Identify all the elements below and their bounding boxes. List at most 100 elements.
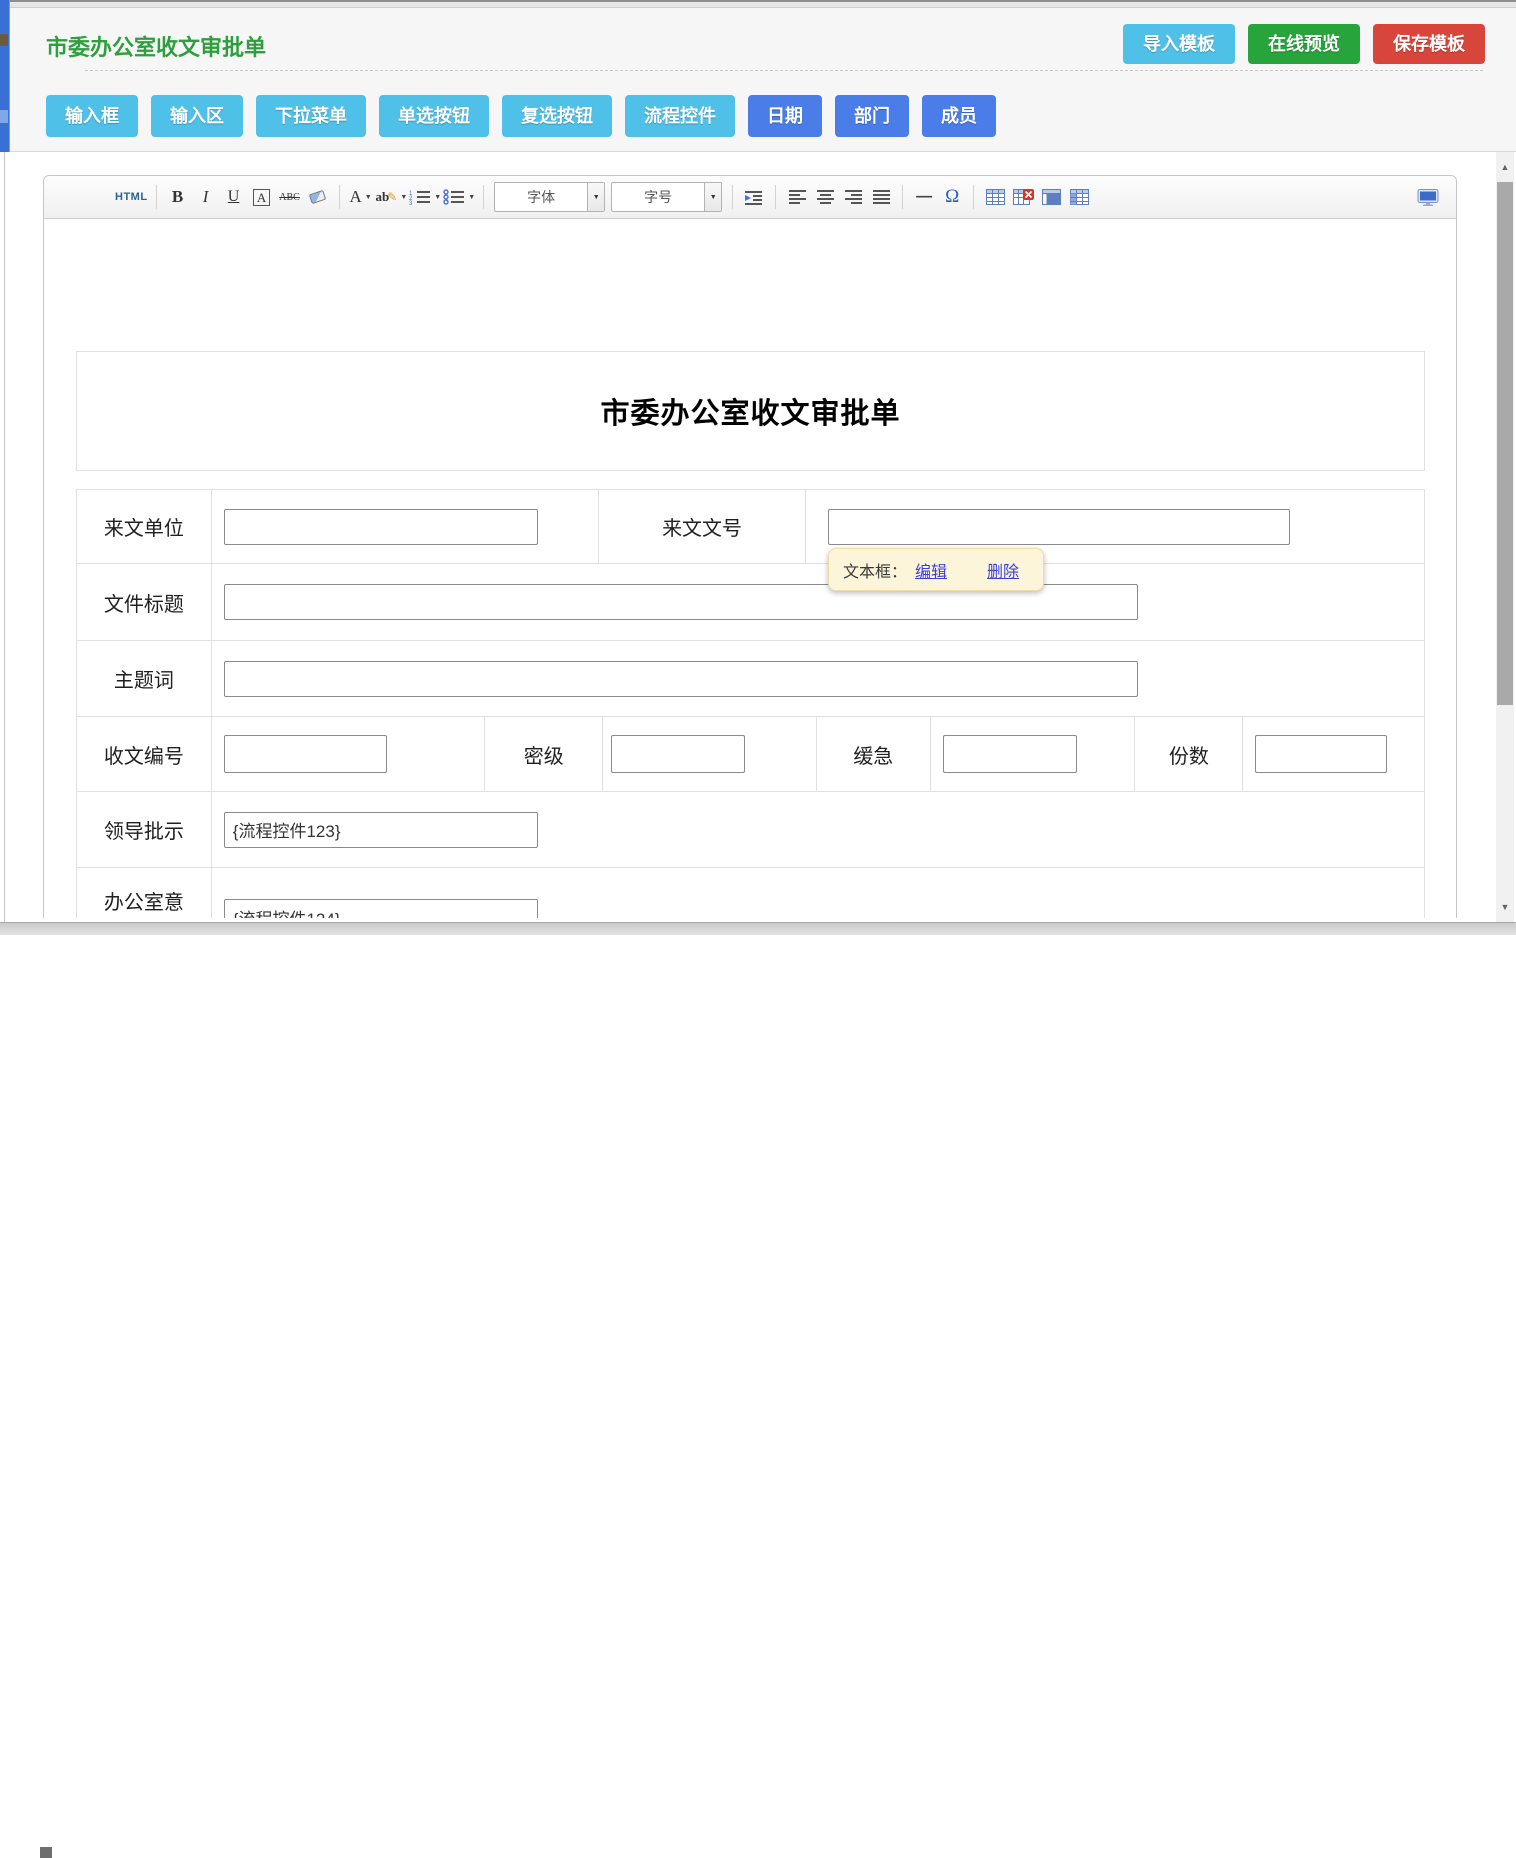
scrollbar-thumb[interactable] <box>1497 182 1513 705</box>
chevron-down-icon[interactable]: ▼ <box>704 183 721 211</box>
remove-format-button[interactable] <box>305 183 331 211</box>
bottom-edge-fragment <box>40 1847 52 1858</box>
rich-text-editor: HTML B I U A ABC A▼ ab✎▼ 123 ▼ ▼ <box>43 175 1457 918</box>
lingdao-pishi-input[interactable] <box>224 812 538 848</box>
field-input-cell <box>603 717 817 791</box>
table-row: 收文编号 密级 缓急 份数 <box>77 717 1424 792</box>
form-title: 市委办公室收文审批单 <box>600 390 900 432</box>
table-row: 文件标题 <box>77 564 1424 641</box>
add-radio-button[interactable]: 单选按钮 <box>379 95 489 137</box>
field-label: 来文文号 <box>662 512 742 541</box>
toolbar-separator <box>339 185 340 209</box>
laiwen-wenhao-input[interactable] <box>828 509 1290 545</box>
field-label: 缓急 <box>853 740 893 769</box>
align-justify-button[interactable] <box>868 183 894 211</box>
fullscreen-preview-button[interactable] <box>1415 183 1441 211</box>
indent-icon <box>745 190 763 205</box>
toolbar-separator <box>732 185 733 209</box>
delete-table-button[interactable] <box>1010 183 1036 211</box>
add-dropdown-button[interactable]: 下拉菜单 <box>256 95 366 137</box>
table-row: 领导批示 <box>77 792 1424 868</box>
italic-button[interactable]: I <box>193 183 219 211</box>
add-checkbox-button[interactable]: 复选按钮 <box>502 95 612 137</box>
font-family-value: 字体 <box>495 183 587 211</box>
svg-text:3: 3 <box>409 201 413 205</box>
field-label: 领导批示 <box>104 815 184 844</box>
editor-content[interactable]: 市委办公室收文审批单 来文单位 来文文号 文件标题 主题词 <box>44 219 1456 918</box>
field-label-cell: 来文单位 <box>77 490 212 563</box>
eraser-icon <box>309 190 326 204</box>
font-size-select[interactable]: 字号 ▼ <box>611 182 722 212</box>
scroll-down-arrow-icon[interactable]: ▼ <box>1496 894 1514 920</box>
field-label: 文件标题 <box>104 588 184 617</box>
zhutici-input[interactable] <box>224 661 1138 697</box>
chevron-down-icon[interactable]: ▼ <box>587 183 604 211</box>
char-border-icon: A <box>253 189 270 206</box>
sidebar-icon-fragment <box>0 110 8 123</box>
chevron-down-icon: ▼ <box>365 194 372 201</box>
add-date-button[interactable]: 日期 <box>748 95 822 137</box>
field-label: 密级 <box>524 740 564 769</box>
table-cell-properties-button[interactable] <box>1038 183 1064 211</box>
delete-table-icon <box>1013 189 1034 205</box>
special-char-button[interactable]: Ω <box>939 183 965 211</box>
strikethrough-button[interactable]: ABC <box>277 183 303 211</box>
highlight-color-button[interactable]: ab✎▼ <box>376 183 408 211</box>
field-label: 份数 <box>1169 740 1209 769</box>
html-source-button[interactable]: HTML <box>115 183 148 211</box>
add-department-button[interactable]: 部门 <box>835 95 909 137</box>
underline-button[interactable]: U <box>221 183 247 211</box>
table-row-properties-button[interactable] <box>1066 183 1092 211</box>
field-label-cell: 办公室意 <box>77 868 212 918</box>
widget-button-row: 输入框 输入区 下拉菜单 单选按钮 复选按钮 流程控件 日期 部门 成员 <box>46 95 996 137</box>
vertical-scrollbar[interactable]: ▲ ▼ <box>1496 152 1514 922</box>
scroll-up-arrow-icon[interactable]: ▲ <box>1496 154 1514 180</box>
save-template-button[interactable]: 保存模板 <box>1373 24 1485 64</box>
horizontal-rule-button[interactable]: — <box>911 183 937 211</box>
align-center-button[interactable] <box>812 183 838 211</box>
sidebar-icon-fragment <box>0 34 8 46</box>
field-label-cell: 领导批示 <box>77 792 212 867</box>
ordered-list-button[interactable]: 123 ▼ <box>409 183 441 211</box>
tooltip-label: 文本框： <box>843 558 907 582</box>
field-label-cell: 来文文号 <box>599 490 806 563</box>
omega-icon: Ω <box>945 186 959 208</box>
delete-widget-link[interactable]: 删除 <box>987 558 1019 582</box>
shouwen-bianhao-input[interactable] <box>224 735 387 773</box>
chevron-down-icon: ▼ <box>468 194 475 201</box>
toolbar-separator <box>775 185 776 209</box>
indent-button[interactable] <box>741 183 767 211</box>
add-member-button[interactable]: 成员 <box>922 95 996 137</box>
insert-table-button[interactable] <box>982 183 1008 211</box>
header-actions: 导入模板 在线预览 保存模板 <box>1123 24 1485 64</box>
table-cell-properties-icon <box>1042 189 1061 205</box>
edit-widget-link[interactable]: 编辑 <box>915 558 947 582</box>
field-input-cell <box>1243 717 1424 791</box>
field-label-cell: 文件标题 <box>77 564 212 640</box>
online-preview-button[interactable]: 在线预览 <box>1248 24 1360 64</box>
align-right-button[interactable] <box>840 183 866 211</box>
char-border-button[interactable]: A <box>249 183 275 211</box>
page: 市委办公室收文审批单 导入模板 在线预览 保存模板 输入框 输入区 下拉菜单 单… <box>0 0 1516 935</box>
add-textarea-button[interactable]: 输入区 <box>151 95 243 137</box>
field-label-cell: 缓急 <box>817 717 931 791</box>
add-input-box-button[interactable]: 输入框 <box>46 95 138 137</box>
align-left-icon <box>789 190 806 204</box>
huanji-input[interactable] <box>943 735 1077 773</box>
window-bottom-edge <box>0 922 1516 935</box>
html-source-icon: HTML <box>115 191 148 203</box>
fenshu-input[interactable] <box>1255 735 1387 773</box>
miji-input[interactable] <box>611 735 745 773</box>
dashed-separator <box>85 70 1483 71</box>
panel-left-edge <box>4 152 5 922</box>
bold-button[interactable]: B <box>165 183 191 211</box>
import-template-button[interactable]: 导入模板 <box>1123 24 1235 64</box>
font-family-select[interactable]: 字体 ▼ <box>494 182 605 212</box>
add-flow-control-button[interactable]: 流程控件 <box>625 95 735 137</box>
font-color-button[interactable]: A▼ <box>348 183 374 211</box>
unordered-list-button[interactable]: ▼ <box>443 183 475 211</box>
laiwen-danwei-input[interactable] <box>224 509 538 545</box>
field-input-cell <box>931 717 1136 791</box>
bangongshi-yijian-input[interactable] <box>224 899 538 918</box>
align-left-button[interactable] <box>784 183 810 211</box>
